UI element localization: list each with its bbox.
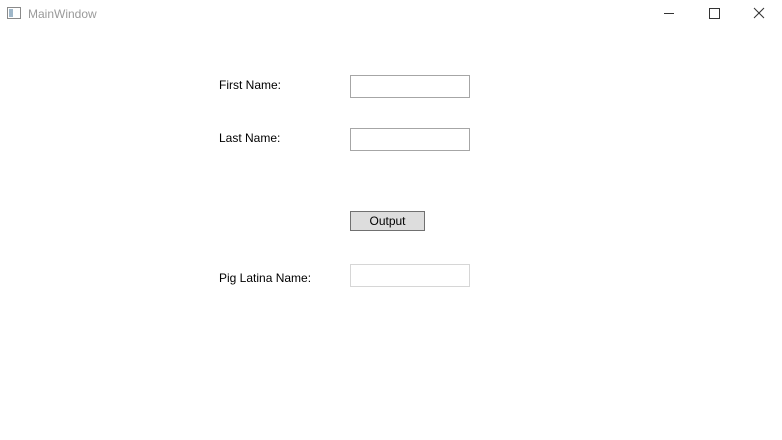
- last-name-label: Last Name:: [219, 131, 281, 145]
- last-name-field[interactable]: [350, 128, 470, 151]
- first-name-field[interactable]: [350, 75, 470, 98]
- window-title: MainWindow: [28, 7, 97, 21]
- maximize-icon: [709, 8, 720, 19]
- pig-latin-name-label: Pig Latina Name:: [219, 271, 312, 285]
- minimize-icon: [664, 13, 674, 14]
- close-icon: [753, 7, 765, 19]
- main-window: MainWindow First Name: Last Name: Output…: [0, 0, 782, 440]
- pig-latin-name-field[interactable]: [350, 264, 470, 287]
- close-button[interactable]: [736, 0, 782, 28]
- output-button[interactable]: Output: [350, 211, 425, 231]
- maximize-button[interactable]: [691, 0, 737, 28]
- app-window-icon: [7, 7, 21, 19]
- first-name-label: First Name:: [219, 78, 282, 92]
- title-bar[interactable]: MainWindow: [0, 0, 782, 30]
- minimize-button[interactable]: [646, 0, 692, 28]
